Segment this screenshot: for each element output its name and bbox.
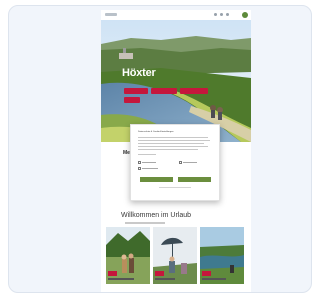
hero-button-3[interactable]	[180, 88, 208, 94]
consent-title: Datenschutz & Cookie-Einstellungen	[138, 131, 174, 133]
tile-caption	[108, 278, 134, 280]
nav-icon[interactable]	[214, 13, 217, 16]
preview-card: Höxter Me Datenschutz & Cookie-Einstellu…	[8, 5, 312, 293]
checkbox-label	[142, 168, 158, 170]
checkbox-icon[interactable]	[138, 167, 141, 170]
tile-caption	[155, 278, 175, 280]
nav-icon[interactable]	[226, 13, 229, 16]
hero-button-1[interactable]	[124, 88, 148, 94]
consent-text-line	[138, 143, 204, 145]
consent-text-line	[138, 137, 208, 139]
hero-button-2[interactable]	[151, 88, 177, 94]
tile-badge	[202, 271, 211, 276]
consent-text-line	[138, 154, 156, 156]
hero-title: Höxter	[122, 67, 156, 79]
tile-badge	[155, 271, 164, 276]
welcome-subline	[125, 222, 165, 224]
consent-button-accept[interactable]	[178, 177, 211, 182]
hero-button-4[interactable]	[124, 97, 140, 103]
checkbox-label	[183, 162, 197, 164]
menu-icon[interactable]	[242, 12, 248, 18]
teaser-tile-1[interactable]	[106, 227, 150, 284]
intro-heading: Me	[123, 150, 130, 156]
consent-button-save[interactable]	[140, 177, 173, 182]
top-navigation	[101, 10, 251, 20]
checkbox-icon[interactable]	[138, 161, 141, 164]
logo-icon[interactable]	[105, 13, 117, 16]
teaser-tile-3[interactable]	[200, 227, 244, 284]
welcome-heading: Willkommen im Urlaub	[121, 212, 192, 219]
teaser-tile-2[interactable]	[153, 227, 197, 284]
tile-caption	[202, 278, 226, 280]
consent-text-line	[138, 140, 210, 142]
tile-badge	[108, 271, 117, 276]
website-screenshot: Höxter Me Datenschutz & Cookie-Einstellu…	[101, 10, 251, 292]
consent-text-line	[138, 149, 198, 151]
cookie-consent-dialog: Datenschutz & Cookie-Einstellungen	[130, 124, 220, 201]
checkbox-label	[142, 162, 156, 164]
consent-text-line	[138, 146, 208, 148]
nav-icon[interactable]	[220, 13, 223, 16]
checkbox-icon[interactable]	[179, 161, 182, 164]
consent-footer-links[interactable]	[159, 187, 191, 189]
